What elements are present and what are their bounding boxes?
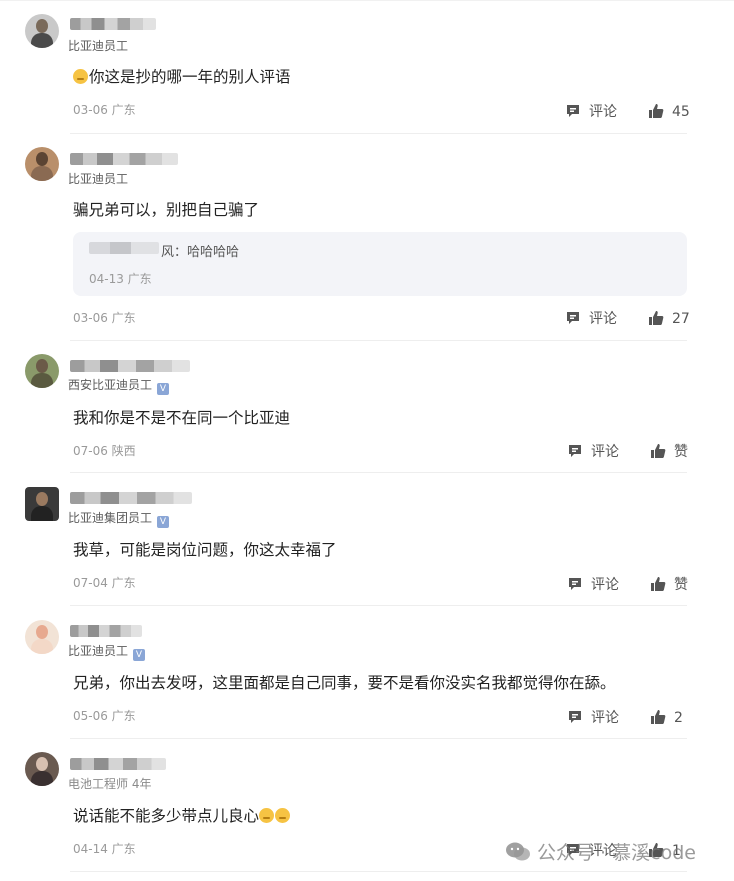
verified-badge-icon: V — [133, 649, 146, 661]
like-button[interactable]: 赞 — [650, 443, 688, 460]
avatar[interactable] — [25, 752, 59, 786]
comment-text: 兄弟，你出去发呀，这里面都是自己同事，要不是看你没实名我都觉得你在舔。 — [73, 674, 616, 692]
watermark: 公众号 · 慕溪code — [505, 838, 696, 865]
comment-icon — [569, 445, 581, 457]
emoji-icon — [73, 69, 88, 84]
thumbs-up-icon — [651, 444, 666, 458]
like-button[interactable]: 45 — [648, 103, 690, 120]
comment-text: 我和你是不是不在同一个比亚迪 — [73, 409, 291, 427]
comment-meta: 07-06 陕西 — [73, 444, 136, 458]
comment-meta: 04-14 广东 — [73, 842, 136, 856]
divider — [70, 472, 687, 473]
comment-icon — [567, 312, 579, 324]
comment-text: 骗兄弟可以，别把自己骗了 — [73, 201, 260, 219]
thumbs-up-icon — [651, 577, 666, 591]
comment-icon — [569, 578, 581, 590]
thumbs-up-icon — [649, 311, 664, 325]
comment-text: 你这是抄的哪一年的别人评语 — [73, 67, 291, 87]
like-button[interactable]: 27 — [648, 310, 690, 327]
divider — [70, 340, 687, 341]
comment-button[interactable]: 评论 — [567, 709, 619, 726]
comment-icon — [569, 711, 581, 723]
verified-badge-icon: V — [157, 516, 170, 528]
username-blurred[interactable] — [70, 492, 192, 504]
comment-meta: 03-06 广东 — [73, 311, 136, 325]
like-button[interactable]: 赞 — [650, 576, 688, 593]
comment-button[interactable]: 评论 — [565, 310, 617, 327]
user-role: 电池工程师 4年 — [68, 777, 152, 791]
divider — [70, 738, 687, 739]
comment-text: 我草，可能是岗位问题，你这太幸福了 — [73, 541, 337, 559]
user-role: 比亚迪员工 — [68, 39, 129, 53]
user-role: 西安比亚迪员工 V — [68, 378, 170, 395]
username-blurred[interactable] — [70, 758, 166, 770]
reply-meta: 04-13 广东 — [89, 272, 152, 286]
user-role: 比亚迪集团员工 V — [68, 511, 170, 528]
divider — [70, 871, 687, 872]
like-button[interactable]: 2 — [650, 709, 683, 726]
emoji-icon — [259, 808, 275, 823]
avatar[interactable] — [25, 354, 59, 388]
wechat-icon — [506, 842, 530, 861]
comment-meta: 03-06 广东 — [73, 103, 136, 117]
comment-icon — [567, 105, 579, 117]
divider — [70, 133, 687, 134]
user-role: 比亚迪员工 V — [68, 644, 146, 661]
comment-button[interactable]: 评论 — [565, 103, 617, 120]
thumbs-up-icon — [649, 104, 664, 118]
comment-meta: 07-04 广东 — [73, 576, 136, 590]
top-divider — [0, 0, 734, 1]
comment-meta: 05-06 广东 — [73, 709, 136, 723]
avatar[interactable] — [25, 14, 59, 48]
username-blurred[interactable] — [70, 625, 142, 637]
comment-button[interactable]: 评论 — [567, 576, 619, 593]
reply-text: 风：哈哈哈哈 — [161, 245, 240, 260]
reply-box[interactable]: 风：哈哈哈哈 04-13 广东 — [73, 232, 687, 296]
comment-text: 说话能不能多少带点儿良心 — [73, 806, 291, 826]
avatar[interactable] — [25, 147, 59, 181]
username-blurred[interactable] — [70, 18, 156, 30]
user-role: 比亚迪员工 — [68, 172, 129, 186]
thumbs-up-icon — [651, 710, 666, 724]
reply-username-blurred[interactable] — [89, 242, 159, 254]
verified-badge-icon: V — [157, 383, 170, 395]
username-blurred[interactable] — [70, 153, 178, 165]
divider — [70, 605, 687, 606]
avatar[interactable] — [25, 620, 59, 654]
emoji-icon — [275, 808, 291, 823]
comment-button[interactable]: 评论 — [567, 443, 619, 460]
username-blurred[interactable] — [70, 360, 190, 372]
avatar[interactable] — [25, 487, 59, 521]
